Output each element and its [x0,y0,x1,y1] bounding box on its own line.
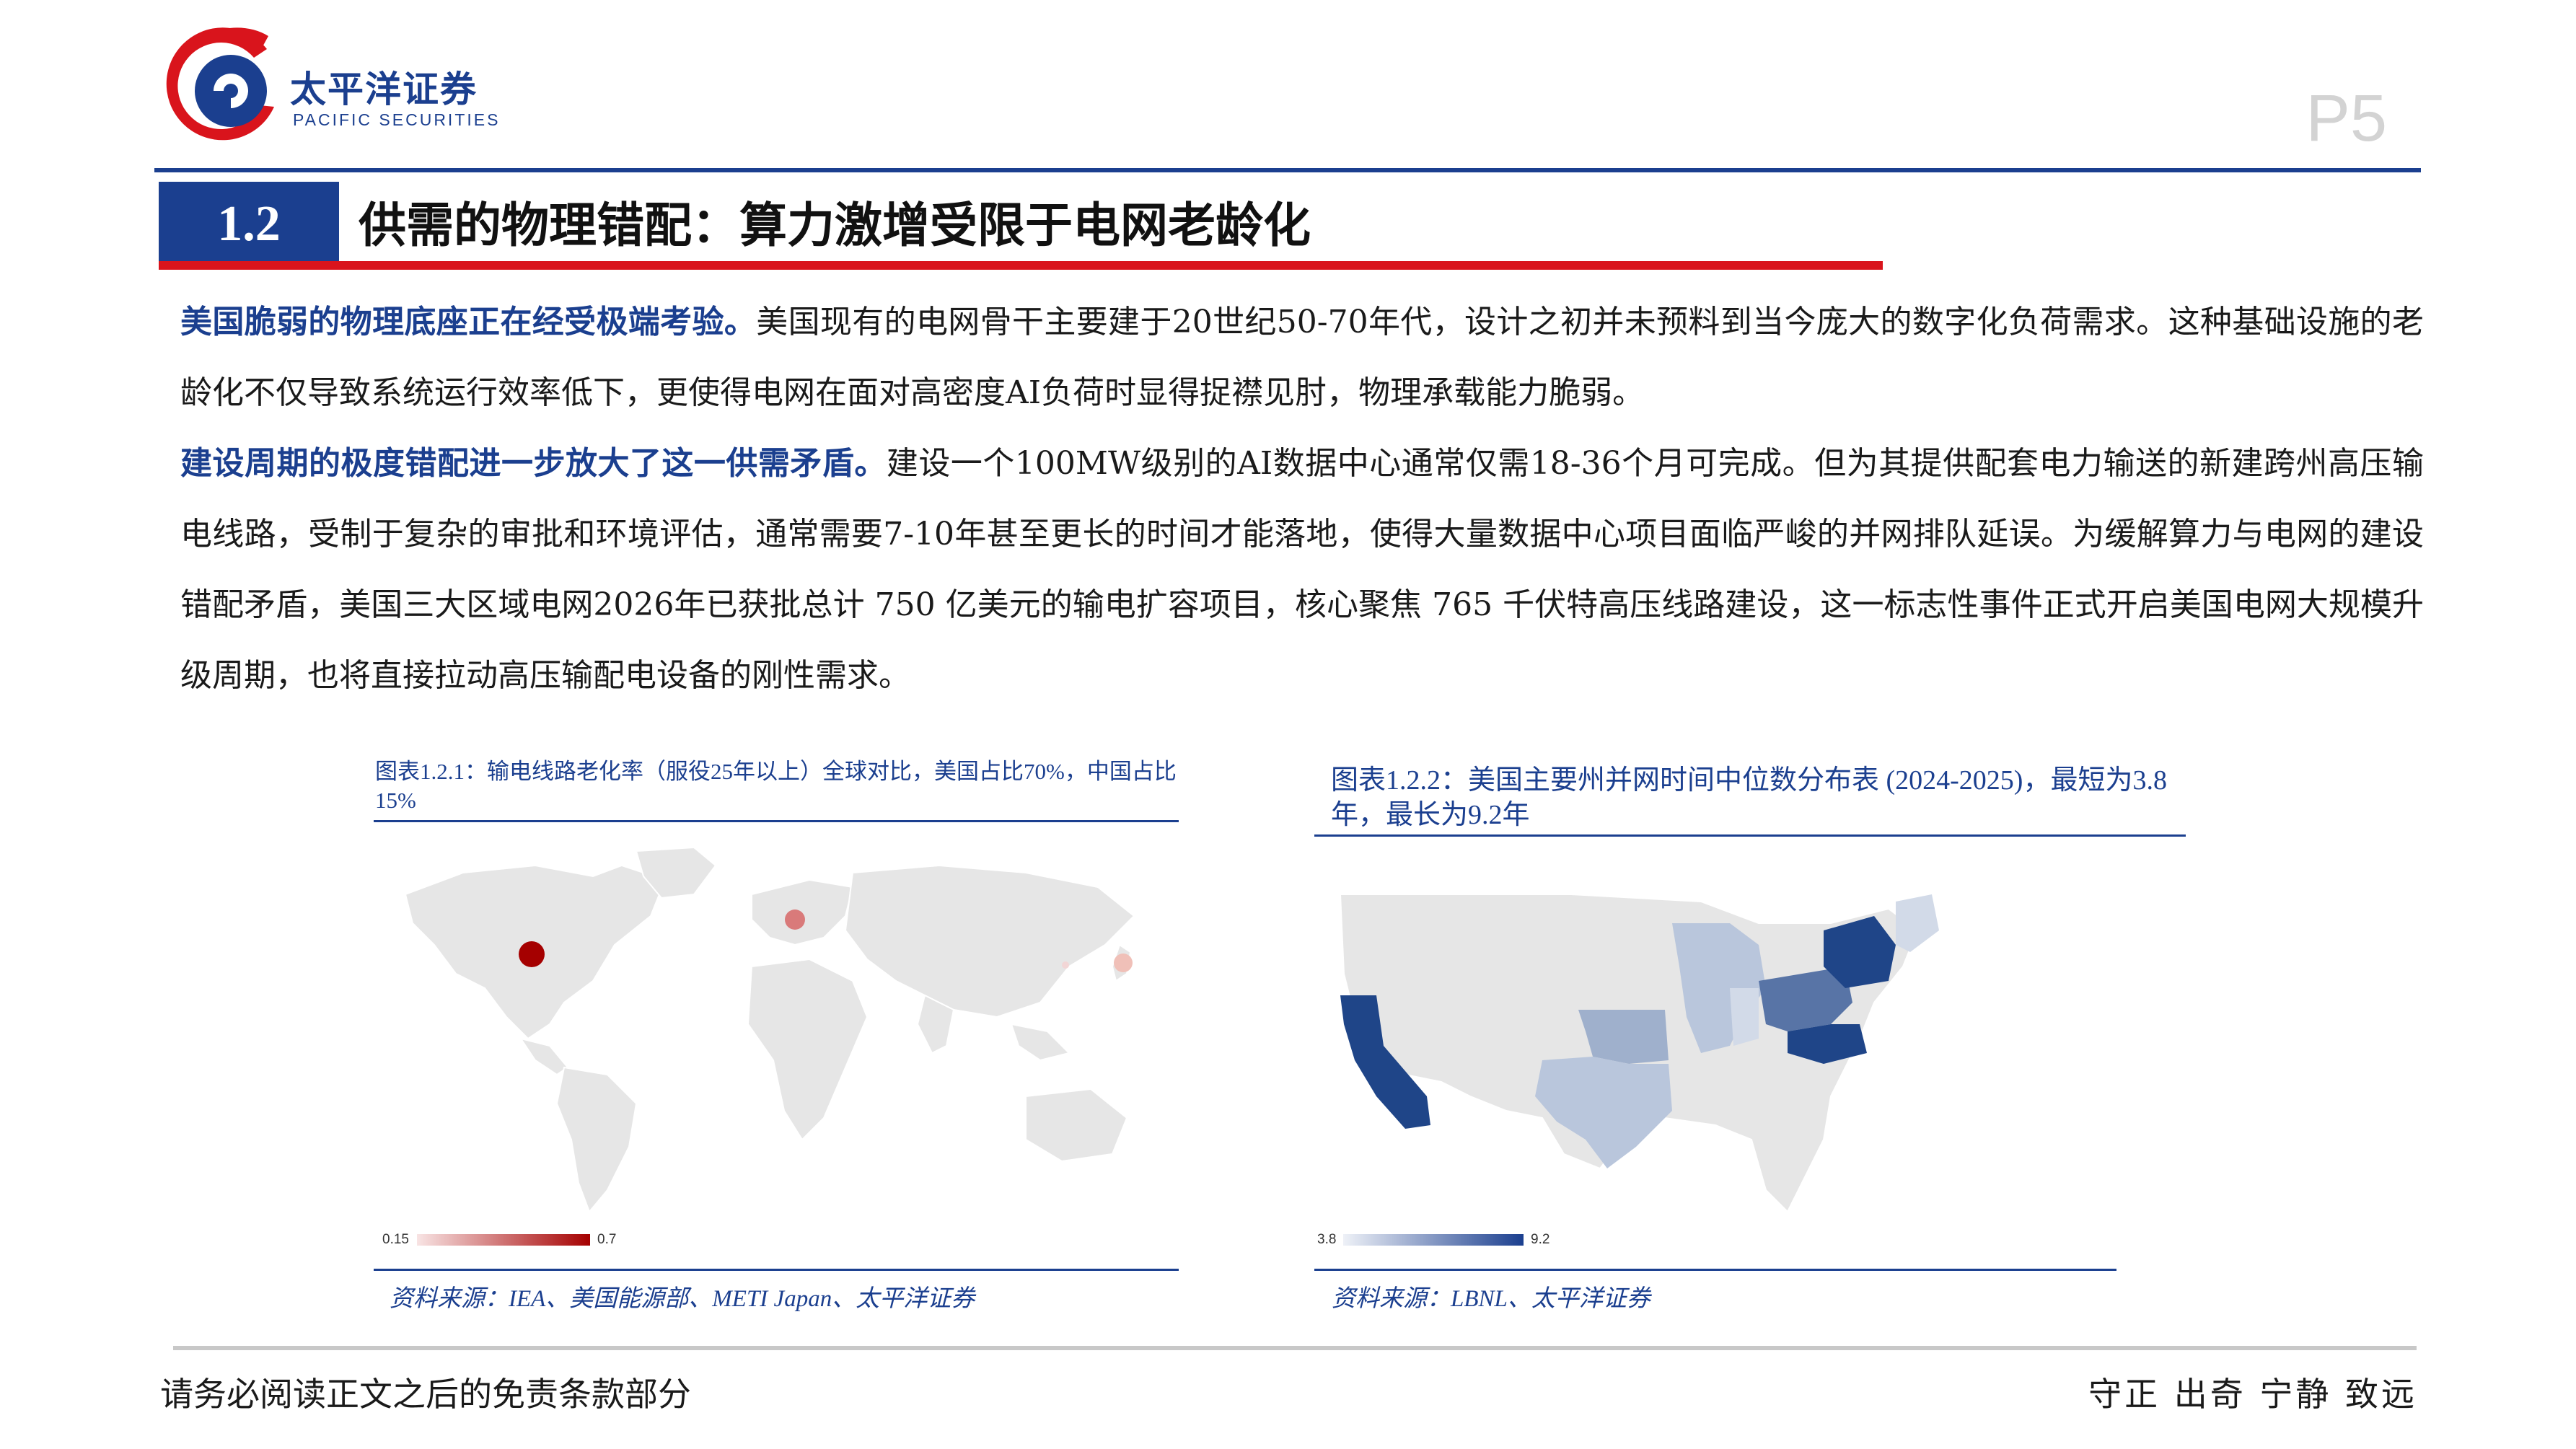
marker-china [1062,961,1069,969]
company-logo: 太平洋证券 PACIFIC SECURITIES [159,20,534,157]
us-state-map-figure [1339,894,1939,1213]
paragraph-2-lead: 建设周期的极度错配进一步放大了这一供需矛盾。 [180,445,887,482]
world-map-figure [404,846,1135,1213]
footer-disclaimer: 请务必阅读正文之后的免责条款部分 [160,1375,691,1414]
section-title: 供需的物理错配：算力激增受限于电网老龄化 [359,197,1311,253]
figure-2-legend-max: 9.2 [1531,1232,1550,1247]
figure-2-legend-gradient [1343,1234,1524,1246]
figure-1-source: 资料来源：IEA、美国能源部、METI Japan、太平洋证券 [390,1286,975,1312]
paragraph-1-lead: 美国脆弱的物理底座正在经受极端考验。 [180,304,757,340]
figure-1-caption: 图表1.2.1：输电线路老化率（服役25年以上）全球对比，美国占比70%，中国占… [375,759,1177,813]
section-number: 1.2 [159,182,339,267]
footer-motto: 守正 出奇 宁静 致远 [2088,1375,2417,1414]
marker-japan [1114,953,1133,972]
paragraph-1: 美国脆弱的物理底座正在经受极端考验。美国现有的电网骨干主要建于20世纪50-70… [180,287,2424,428]
figure-1-source-rule [374,1269,1179,1271]
figure-1-legend-max: 0.7 [597,1232,617,1247]
logo-name-en: PACIFIC SECURITIES [293,110,501,129]
state-indiana [1730,988,1759,1046]
figure-2-caption: 图表1.2.2：美国主要州并网时间中位数分布表 (2024-2025)，最短为3… [1331,765,2167,830]
figure-1-legend-gradient [417,1234,590,1246]
figure-2-source: 资料来源：LBNL、太平洋证券 [1332,1286,1650,1312]
figure-2-legend-min: 3.8 [1317,1232,1337,1247]
section-title-underline [159,261,1883,270]
logo-name-cn: 太平洋证券 [290,69,478,110]
paragraph-2: 建设周期的极度错配进一步放大了这一供需矛盾。建设一个100MW级别的AI数据中心… [180,428,2424,711]
marker-europe [785,910,805,930]
marker-usa [519,941,545,967]
paragraph-2-body: 建设一个100MW级别的AI数据中心通常仅需18-36个月可完成。但为其提供配套… [180,445,2425,694]
state-texas [1535,1057,1672,1168]
state-new-england [1896,894,1939,952]
page-number: P5 [2305,82,2387,155]
pacific-securities-logo-icon [166,27,274,141]
footer-divider [173,1346,2417,1350]
figure-2-source-rule [1314,1269,2116,1271]
header-divider [154,168,2421,172]
figure-2-caption-rule [1314,834,2186,837]
figure-1-caption-rule [374,820,1179,822]
figure-1-legend-min: 0.15 [382,1232,409,1247]
